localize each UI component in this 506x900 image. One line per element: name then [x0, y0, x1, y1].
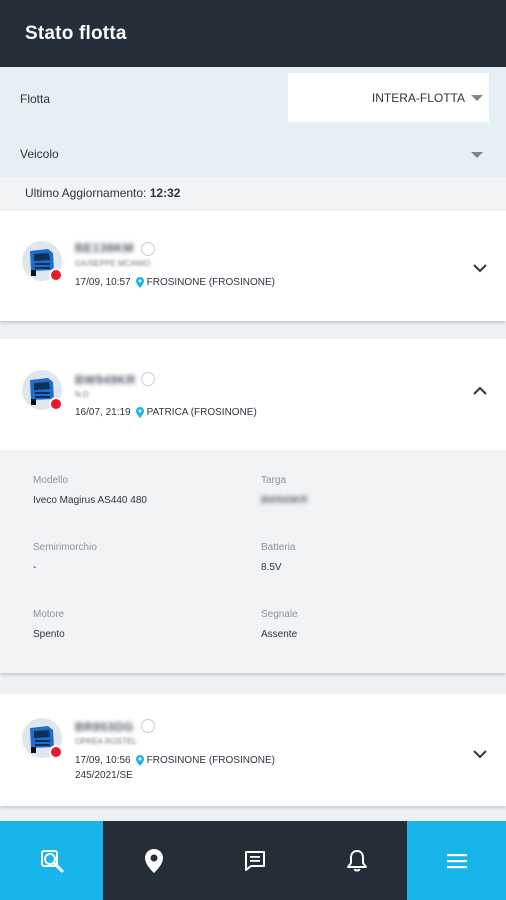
- veicolo-select[interactable]: Veicolo: [0, 122, 506, 177]
- chevron-down-icon[interactable]: [472, 263, 488, 273]
- detail-value: Spento: [33, 629, 65, 640]
- vehicle-last-position: 17/09, 10:56 FROSINONE (FROSINONE): [75, 755, 275, 766]
- vehicle-card[interactable]: BE138KM GIUSEPPE MCANIO 17/09, 10:57 FRO…: [0, 211, 506, 321]
- detail-batteria: Batteria 8.5V: [261, 542, 295, 573]
- detail-value: -: [33, 562, 37, 573]
- detail-label: Segnale: [261, 609, 298, 620]
- detail-label: Targa: [261, 475, 287, 486]
- nav-notifications[interactable]: [306, 821, 407, 900]
- vehicle-driver: N.D: [75, 390, 89, 399]
- detail-value: Iveco Magirus AS440 480: [33, 495, 147, 506]
- detail-value: BW949KR: [261, 495, 308, 506]
- app-bar: Stato flotta: [0, 0, 506, 67]
- search-truck-icon: [40, 849, 63, 872]
- nav-menu[interactable]: [407, 821, 506, 900]
- bottom-navigation: [0, 821, 506, 900]
- dropdown-caret-icon: [471, 95, 483, 101]
- vehicle-last-position: 16/07, 21:19 PATRICA (FROSINONE): [75, 407, 257, 418]
- flotta-select-value: INTERA-FLOTTA: [371, 91, 465, 105]
- location-pin-icon: [135, 755, 144, 766]
- detail-label: Semirimorchio: [33, 542, 97, 553]
- vehicle-location: FROSINONE (FROSINONE): [146, 277, 275, 288]
- last-update-bar: Ultimo Aggiornamento: 12:32: [0, 177, 506, 209]
- detail-label: Batteria: [261, 542, 296, 553]
- veicolo-label: Veicolo: [20, 147, 59, 161]
- vehicle-avatar: [22, 718, 63, 759]
- detail-motore: Motore Spento: [33, 609, 65, 640]
- detail-value: Assente: [261, 629, 298, 640]
- vehicle-datetime: 17/09, 10:56: [75, 755, 131, 766]
- vehicle-plate: BR853DG: [75, 720, 134, 734]
- vehicle-last-position: 17/09, 10:57 FROSINONE (FROSINONE): [75, 277, 275, 288]
- flotta-label: Flotta: [20, 92, 51, 106]
- vehicle-driver: GIUSEPPE MCANIO: [75, 259, 151, 268]
- vehicle-card-expanded[interactable]: BW949KR N.D 16/07, 21:19 PATRICA (FROSIN…: [0, 339, 506, 673]
- vehicle-plate: BE138KM: [75, 241, 134, 255]
- vehicle-datetime: 17/09, 10:57: [75, 277, 131, 288]
- detail-semirimorchio: Semirimorchio -: [33, 542, 97, 573]
- filters-panel: Flotta INTERA-FLOTTA Veicolo: [0, 67, 506, 177]
- vehicle-driver: OPREA ROSTEL: [75, 737, 137, 746]
- vehicle-extra-info: 245/2021/SE: [75, 770, 133, 781]
- status-offline-dot: [49, 397, 63, 411]
- info-icon[interactable]: [141, 372, 155, 386]
- vehicle-avatar: [22, 370, 63, 411]
- vehicle-location: PATRICA (FROSINONE): [146, 407, 257, 418]
- vehicle-location: FROSINONE (FROSINONE): [146, 755, 275, 766]
- chevron-down-icon[interactable]: [472, 749, 488, 759]
- status-offline-dot: [49, 268, 63, 282]
- map-pin-icon: [144, 848, 163, 873]
- detail-modello: Modello Iveco Magirus AS440 480: [33, 475, 147, 506]
- info-icon[interactable]: [141, 719, 155, 733]
- last-update-label: Ultimo Aggiornamento:: [25, 186, 147, 200]
- message-icon: [245, 850, 265, 871]
- nav-map[interactable]: [103, 821, 204, 900]
- dropdown-caret-icon: [471, 152, 483, 158]
- flotta-select[interactable]: INTERA-FLOTTA: [288, 73, 489, 122]
- bell-icon: [346, 849, 367, 871]
- page-title: Stato flotta: [25, 22, 127, 44]
- vehicle-avatar: [22, 241, 63, 282]
- location-pin-icon: [135, 277, 144, 288]
- detail-targa: Targa BW949KR: [261, 475, 308, 506]
- location-pin-icon: [135, 407, 144, 418]
- vehicle-card[interactable]: BR853DG OPREA ROSTEL 17/09, 10:56 FROSIN…: [0, 694, 506, 806]
- detail-value: 8.5V: [261, 562, 282, 573]
- vehicle-plate: BW949KR: [75, 373, 136, 387]
- detail-label: Modello: [33, 475, 69, 486]
- chevron-up-icon[interactable]: [472, 386, 488, 396]
- vehicle-datetime: 16/07, 21:19: [75, 407, 131, 418]
- last-update-time: 12:32: [149, 186, 181, 200]
- status-offline-dot: [49, 745, 63, 759]
- menu-icon: [446, 853, 467, 868]
- detail-label: Motore: [33, 609, 65, 620]
- detail-segnale: Segnale Assente: [261, 609, 298, 640]
- info-icon[interactable]: [141, 242, 155, 256]
- vehicle-details-panel: Modello Iveco Magirus AS440 480 Targa BW…: [0, 450, 506, 673]
- flotta-filter-row: Flotta INTERA-FLOTTA: [0, 67, 506, 122]
- nav-fleet-status[interactable]: [0, 821, 103, 900]
- nav-messages[interactable]: [204, 821, 306, 900]
